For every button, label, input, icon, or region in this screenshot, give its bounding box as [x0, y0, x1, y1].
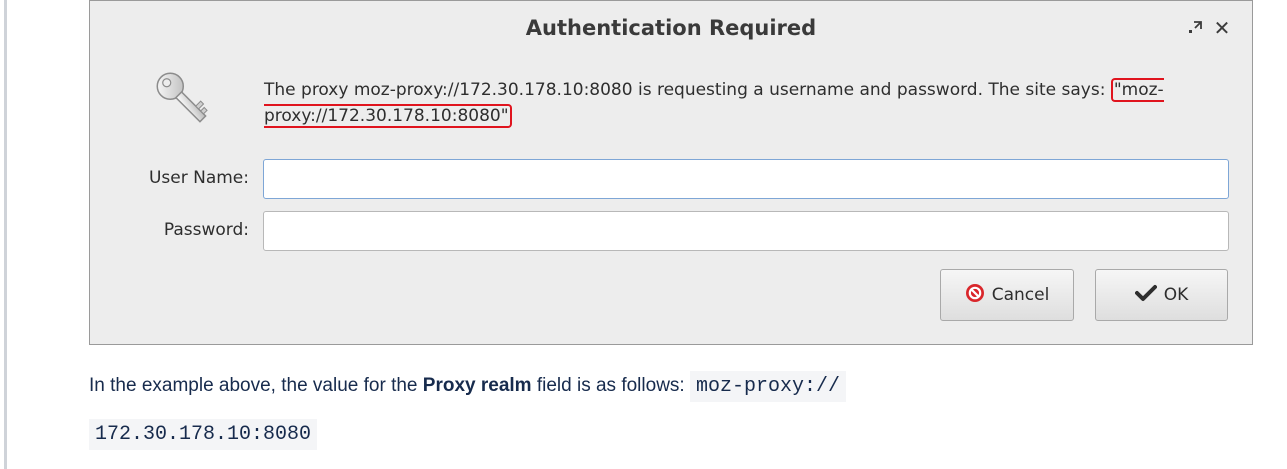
cancel-label: Cancel	[991, 285, 1050, 305]
password-field[interactable]	[263, 211, 1229, 251]
password-label: Password:	[163, 220, 249, 240]
code-realm-part1: moz-proxy://	[689, 371, 847, 402]
dialog-title: Authentication Required	[525, 16, 817, 40]
code-realm-part2: 172.30.178.10:8080	[89, 419, 318, 450]
cancel-button[interactable]: Cancel	[940, 269, 1074, 321]
caption-field-name: Proxy realm	[422, 375, 532, 396]
left-margin-rule	[4, 0, 7, 469]
close-icon[interactable]: ✕	[1211, 16, 1233, 40]
key-icon	[147, 63, 219, 135]
caption-paragraph: In the example above, the value for the …	[89, 362, 1259, 458]
message-text: The proxy moz-proxy://172.30.178.10:8080…	[264, 80, 1111, 100]
cancel-icon	[965, 283, 985, 308]
checkmark-icon	[1134, 284, 1157, 307]
auth-message: The proxy moz-proxy://172.30.178.10:8080…	[264, 77, 1214, 129]
ok-label: OK	[1163, 285, 1189, 305]
title-bar: Authentication Required ✕	[90, 1, 1252, 59]
caption-middle: field is as follows:	[531, 375, 690, 396]
username-label: User Name:	[148, 168, 249, 188]
username-field[interactable]	[263, 159, 1229, 199]
caption-prefix: In the example above, the value for the	[89, 375, 423, 396]
ok-button[interactable]: OK	[1095, 269, 1228, 321]
auth-dialog: Authentication Required ✕ The proxy moz-…	[89, 0, 1253, 345]
maximize-icon[interactable]	[1184, 17, 1206, 39]
